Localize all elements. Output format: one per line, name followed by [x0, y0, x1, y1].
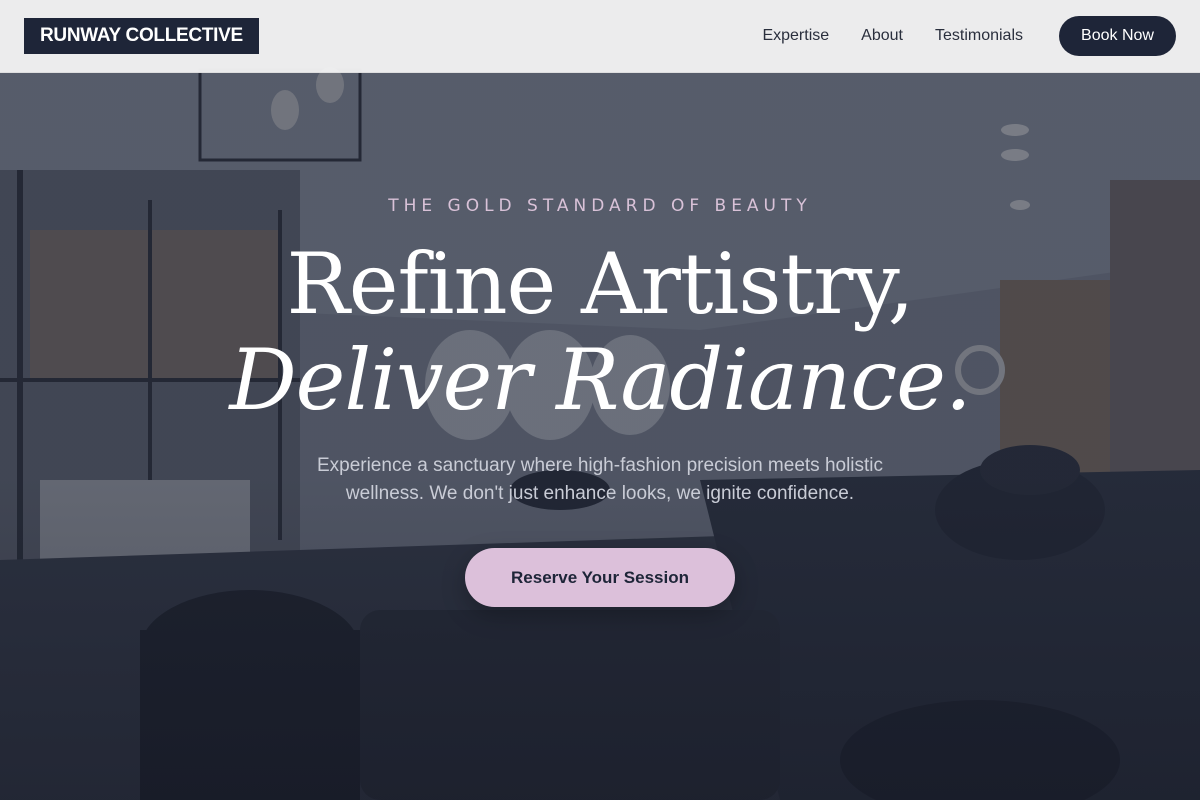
nav-link-about[interactable]: About	[861, 27, 903, 45]
hero-headline-line2: Deliver Radiance.	[229, 331, 971, 429]
book-now-button[interactable]: Book Now	[1059, 16, 1176, 56]
hero-section: THE GOLD STANDARD OF BEAUTY Refine Artis…	[0, 0, 1200, 800]
hero-headline-line1: Refine Artistry,	[286, 235, 915, 333]
nav-link-expertise[interactable]: Expertise	[762, 27, 829, 45]
site-header: RUNWAY COLLECTIVE Expertise About Testim…	[0, 0, 1200, 73]
reserve-session-button[interactable]: Reserve Your Session	[465, 548, 735, 607]
hero-headline: Refine Artistry, Deliver Radiance.	[0, 236, 1200, 428]
nav-link-testimonials[interactable]: Testimonials	[935, 27, 1023, 45]
brand-logo[interactable]: RUNWAY COLLECTIVE	[24, 18, 259, 54]
hero-subtext: Experience a sanctuary where high-fashio…	[316, 455, 884, 504]
main-nav: Expertise About Testimonials Book Now	[762, 16, 1176, 56]
landing-page: RUNWAY COLLECTIVE Expertise About Testim…	[0, 0, 1200, 800]
hero-eyebrow: THE GOLD STANDARD OF BEAUTY	[388, 196, 812, 216]
